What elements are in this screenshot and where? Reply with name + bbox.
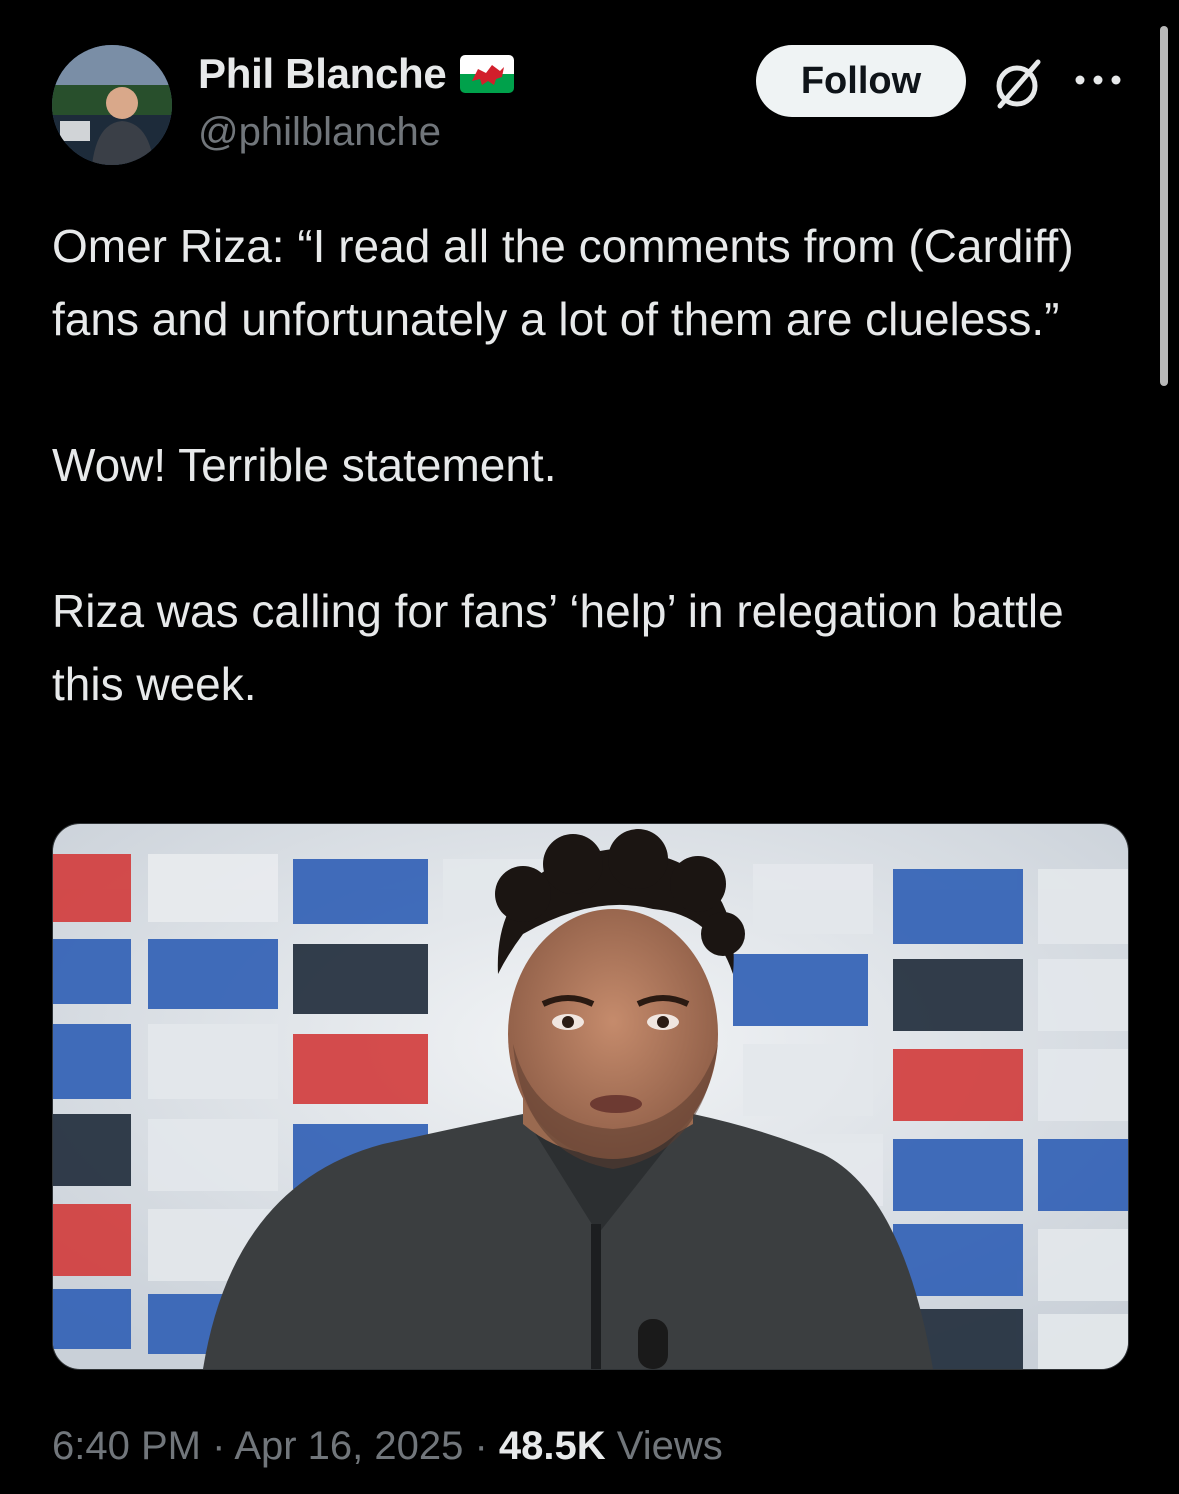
author-display-name[interactable]: Phil Blanche <box>198 50 447 98</box>
tweet-text: Omer Riza: “I read all the comments from… <box>52 210 1132 721</box>
tweet-paragraph: Wow! Terrible statement. <box>52 439 557 491</box>
avatar[interactable] <box>52 45 172 165</box>
tweet-paragraph: Riza was calling for fans’ ‘help’ in rel… <box>52 585 1064 710</box>
meta-separator: · <box>200 1424 235 1468</box>
tweet-paragraph: Omer Riza: “I read all the comments from… <box>52 220 1074 345</box>
views-label: Views <box>605 1424 723 1468</box>
flag-wales-icon <box>460 55 515 93</box>
scrollbar[interactable] <box>1160 26 1168 386</box>
tweet-media-image[interactable] <box>52 823 1129 1370</box>
follow-button[interactable]: Follow <box>756 45 966 117</box>
author-handle[interactable]: @philblanche <box>198 110 441 155</box>
tweet-date[interactable]: Apr 16, 2025 <box>234 1424 463 1468</box>
more-dots-icon[interactable] <box>1072 70 1124 90</box>
views-count[interactable]: 48.5K <box>499 1424 606 1468</box>
meta-separator: · <box>463 1424 499 1468</box>
author-name-row[interactable]: Phil Blanche <box>198 48 515 100</box>
tweet: Phil Blanche @philblanche Follow Omer Ri… <box>0 0 1179 1494</box>
tweet-time[interactable]: 6:40 PM <box>52 1424 201 1468</box>
tweet-meta: 6:40 PM · Apr 16, 2025 · 48.5K Views <box>52 1424 723 1469</box>
grok-icon[interactable] <box>988 54 1048 114</box>
